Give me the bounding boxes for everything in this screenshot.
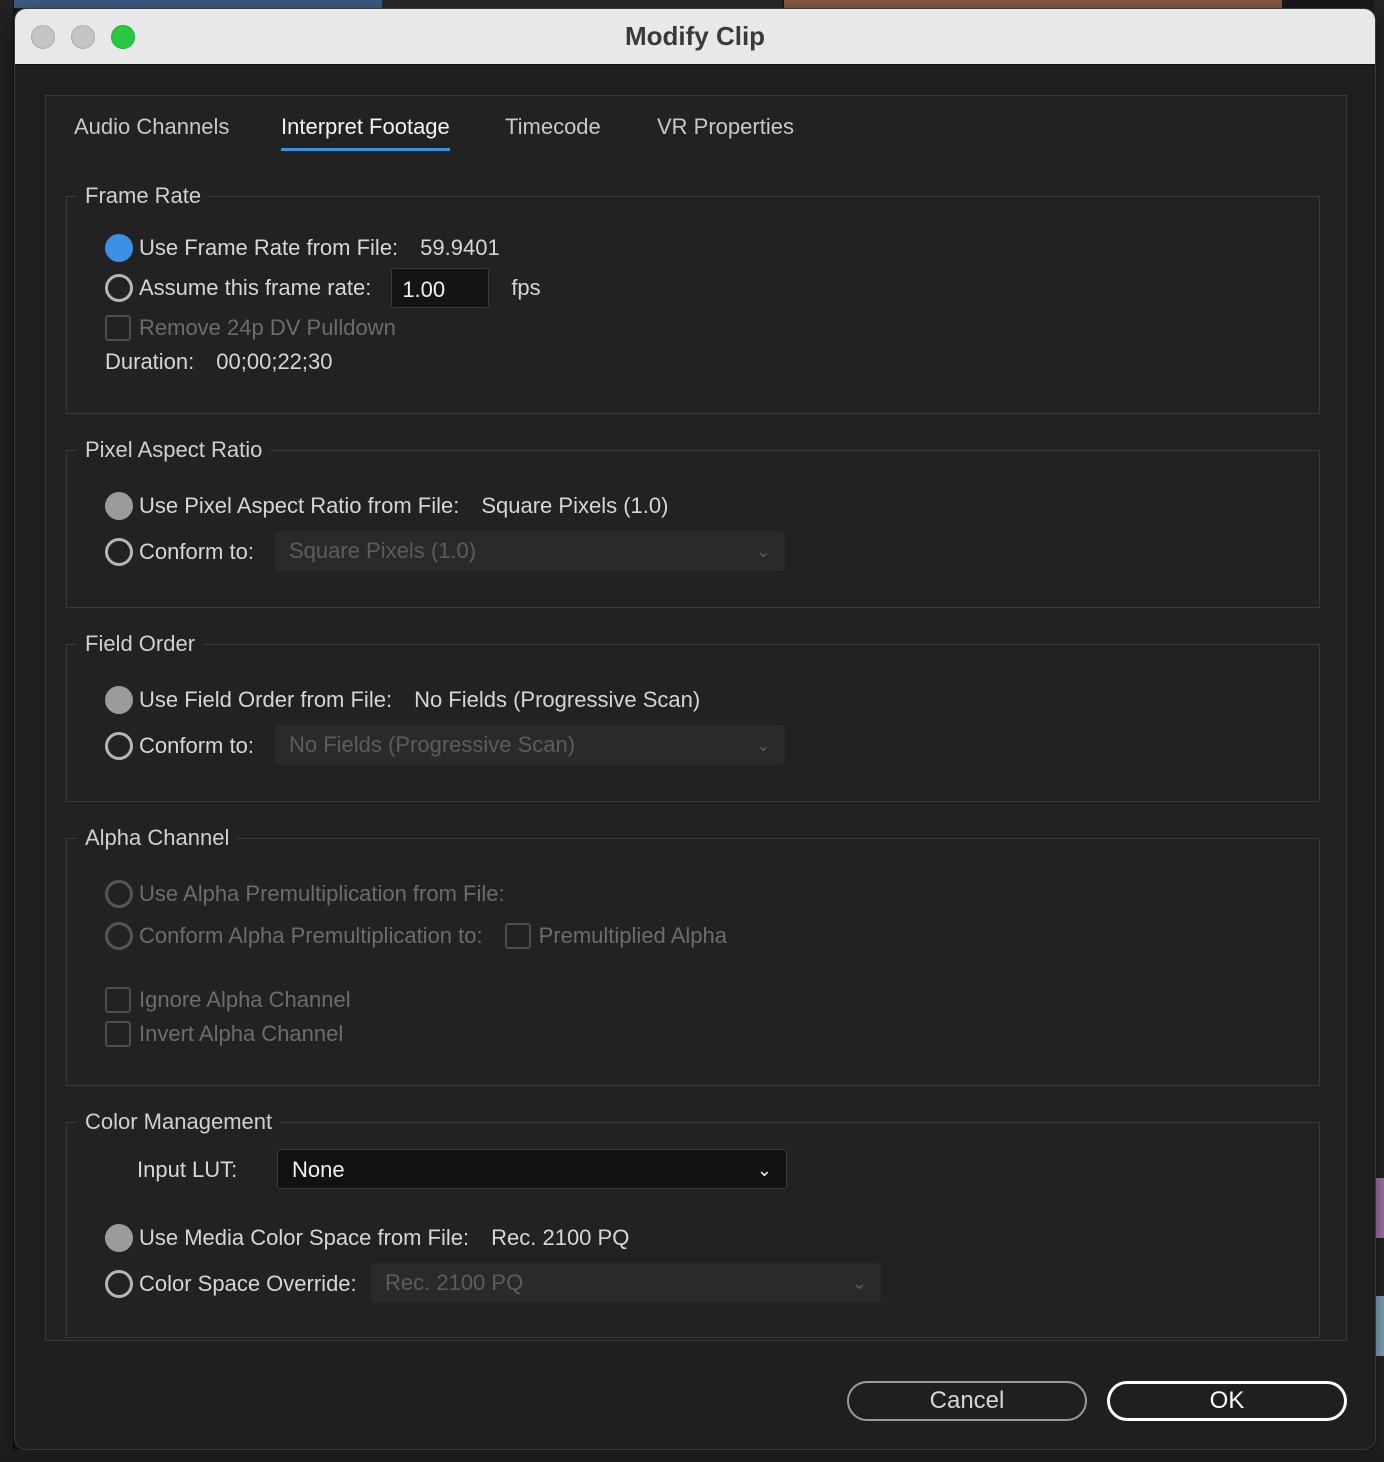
tab-interpret-footage[interactable]: Interpret Footage [281, 114, 450, 151]
tab-bar: Audio Channels Interpret Footage Timecod… [46, 96, 1346, 166]
radio-unselected[interactable] [105, 274, 133, 302]
duration-label: Duration: [105, 349, 195, 374]
tab-timecode[interactable]: Timecode [505, 114, 601, 148]
field-order-dropdown: No Fields (Progressive Scan) ⌄ [275, 725, 785, 765]
input-lut-value: None [292, 1157, 345, 1182]
cancel-button[interactable]: Cancel [847, 1381, 1087, 1421]
use-frame-rate-from-file-option[interactable]: Use Frame Rate from File: 59.9401 [105, 231, 500, 265]
window-title: Modify Clip [624, 21, 766, 51]
use-alpha-from-file-option: Use Alpha Premultiplication from File: [105, 877, 505, 911]
alpha-channel-group: Alpha Channel Use Alpha Premultiplicatio… [66, 821, 1320, 1086]
use-field-order-from-file-option[interactable]: Use Field Order from File: No Fields (Pr… [105, 683, 700, 717]
invert-alpha-label: Invert Alpha Channel [139, 1021, 344, 1046]
input-lut-label: Input LUT: [137, 1157, 238, 1182]
modify-clip-dialog: Modify Clip Audio Channels Interpret Foo… [14, 8, 1376, 1450]
ignore-alpha-checkbox [105, 987, 131, 1013]
chevron-down-icon: ⌄ [755, 541, 771, 561]
field-order-legend: Field Order [77, 627, 204, 661]
tab-vr-properties[interactable]: VR Properties [657, 114, 794, 148]
pulldown-label: Remove 24p DV Pulldown [139, 315, 396, 340]
input-lut-row: Input LUT: [137, 1153, 237, 1187]
file-pixel-aspect-value: Square Pixels (1.0) [481, 493, 669, 518]
fps-unit-label: fps [511, 275, 541, 300]
assume-frame-rate-label: Assume this frame rate: [139, 275, 372, 300]
background-app-strip [0, 0, 382, 8]
background-app-bottom [0, 1450, 1384, 1462]
color-space-override-option[interactable]: Color Space Override: [105, 1267, 357, 1301]
conform-alpha-label: Conform Alpha Premultiplication to: [139, 923, 483, 948]
radio-selected[interactable] [105, 1224, 133, 1252]
pixel-aspect-dropdown-value: Square Pixels (1.0) [289, 538, 477, 563]
color-management-legend: Color Management [77, 1105, 281, 1139]
background-app-strip [382, 0, 782, 8]
file-frame-rate-value: 59.9401 [420, 235, 500, 260]
radio-disabled [105, 922, 133, 950]
color-space-override-dropdown: Rec. 2100 PQ ⌄ [371, 1263, 881, 1303]
dialog-panel: Audio Channels Interpret Footage Timecod… [45, 95, 1347, 1341]
background-app-clip [1376, 1178, 1384, 1238]
use-field-order-label: Use Field Order from File: [139, 687, 393, 712]
frame-rate-legend: Frame Rate [77, 179, 210, 213]
pixel-aspect-group: Pixel Aspect Ratio Use Pixel Aspect Rati… [66, 433, 1320, 608]
background-app-clip [1376, 1296, 1384, 1356]
color-management-group: Color Management Input LUT: None ⌄ Use M… [66, 1105, 1320, 1338]
field-order-dropdown-value: No Fields (Progressive Scan) [289, 732, 576, 757]
use-pixel-aspect-label: Use Pixel Aspect Ratio from File: [139, 493, 460, 518]
radio-disabled [105, 880, 133, 908]
chevron-down-icon: ⌄ [755, 735, 771, 755]
chevron-down-icon: ⌄ [851, 1273, 867, 1293]
color-space-override-label: Color Space Override: [139, 1271, 357, 1296]
radio-selected[interactable] [105, 492, 133, 520]
frame-rate-group: Frame Rate Use Frame Rate from File: 59.… [66, 179, 1320, 414]
ignore-alpha-label: Ignore Alpha Channel [139, 987, 351, 1012]
remove-pulldown-option: Remove 24p DV Pulldown [105, 311, 396, 345]
premultiplied-label: Premultiplied Alpha [538, 923, 727, 948]
duration-row: Duration: 00;00;22;30 [105, 345, 333, 379]
radio-selected[interactable] [105, 686, 133, 714]
conform-label: Conform to: [139, 733, 254, 758]
use-media-color-space-option[interactable]: Use Media Color Space from File: Rec. 21… [105, 1221, 629, 1255]
radio-unselected[interactable] [105, 538, 133, 566]
use-pixel-aspect-from-file-option[interactable]: Use Pixel Aspect Ratio from File: Square… [105, 489, 668, 523]
assume-frame-rate-option[interactable]: Assume this frame rate: 1.00 fps [105, 268, 541, 308]
alpha-channel-legend: Alpha Channel [77, 821, 238, 855]
ok-button[interactable]: OK [1107, 1381, 1347, 1421]
color-space-override-value: Rec. 2100 PQ [385, 1270, 524, 1295]
radio-selected[interactable] [105, 234, 133, 262]
invert-alpha-option: Invert Alpha Channel [105, 1017, 343, 1051]
conform-alpha-option: Conform Alpha Premultiplication to: Prem… [105, 919, 727, 953]
use-frame-rate-label: Use Frame Rate from File: [139, 235, 399, 260]
conform-field-order-option[interactable]: Conform to: [105, 729, 254, 763]
invert-alpha-checkbox [105, 1021, 131, 1047]
input-lut-dropdown[interactable]: None ⌄ [277, 1149, 787, 1189]
file-color-space-value: Rec. 2100 PQ [491, 1225, 630, 1250]
pulldown-checkbox [105, 315, 131, 341]
premultiplied-checkbox [504, 923, 531, 949]
conform-label: Conform to: [139, 539, 254, 564]
ignore-alpha-option: Ignore Alpha Channel [105, 983, 351, 1017]
background-app-toolbar [0, 0, 14, 1462]
use-alpha-label: Use Alpha Premultiplication from File: [139, 881, 505, 906]
file-field-order-value: No Fields (Progressive Scan) [414, 687, 701, 712]
title-bar[interactable]: Modify Clip [15, 9, 1375, 65]
radio-unselected[interactable] [105, 732, 133, 760]
pixel-aspect-dropdown: Square Pixels (1.0) ⌄ [275, 531, 785, 571]
field-order-group: Field Order Use Field Order from File: N… [66, 627, 1320, 802]
chevron-down-icon: ⌄ [756, 1160, 772, 1180]
use-media-color-space-label: Use Media Color Space from File: [139, 1225, 470, 1250]
tab-audio-channels[interactable]: Audio Channels [74, 114, 229, 148]
conform-pixel-aspect-option[interactable]: Conform to: [105, 535, 254, 569]
pixel-aspect-legend: Pixel Aspect Ratio [77, 433, 271, 467]
background-app-thumbnail [784, 0, 1282, 8]
radio-unselected[interactable] [105, 1270, 133, 1298]
duration-value: 00;00;22;30 [216, 349, 333, 374]
frame-rate-input[interactable]: 1.00 [391, 268, 490, 308]
